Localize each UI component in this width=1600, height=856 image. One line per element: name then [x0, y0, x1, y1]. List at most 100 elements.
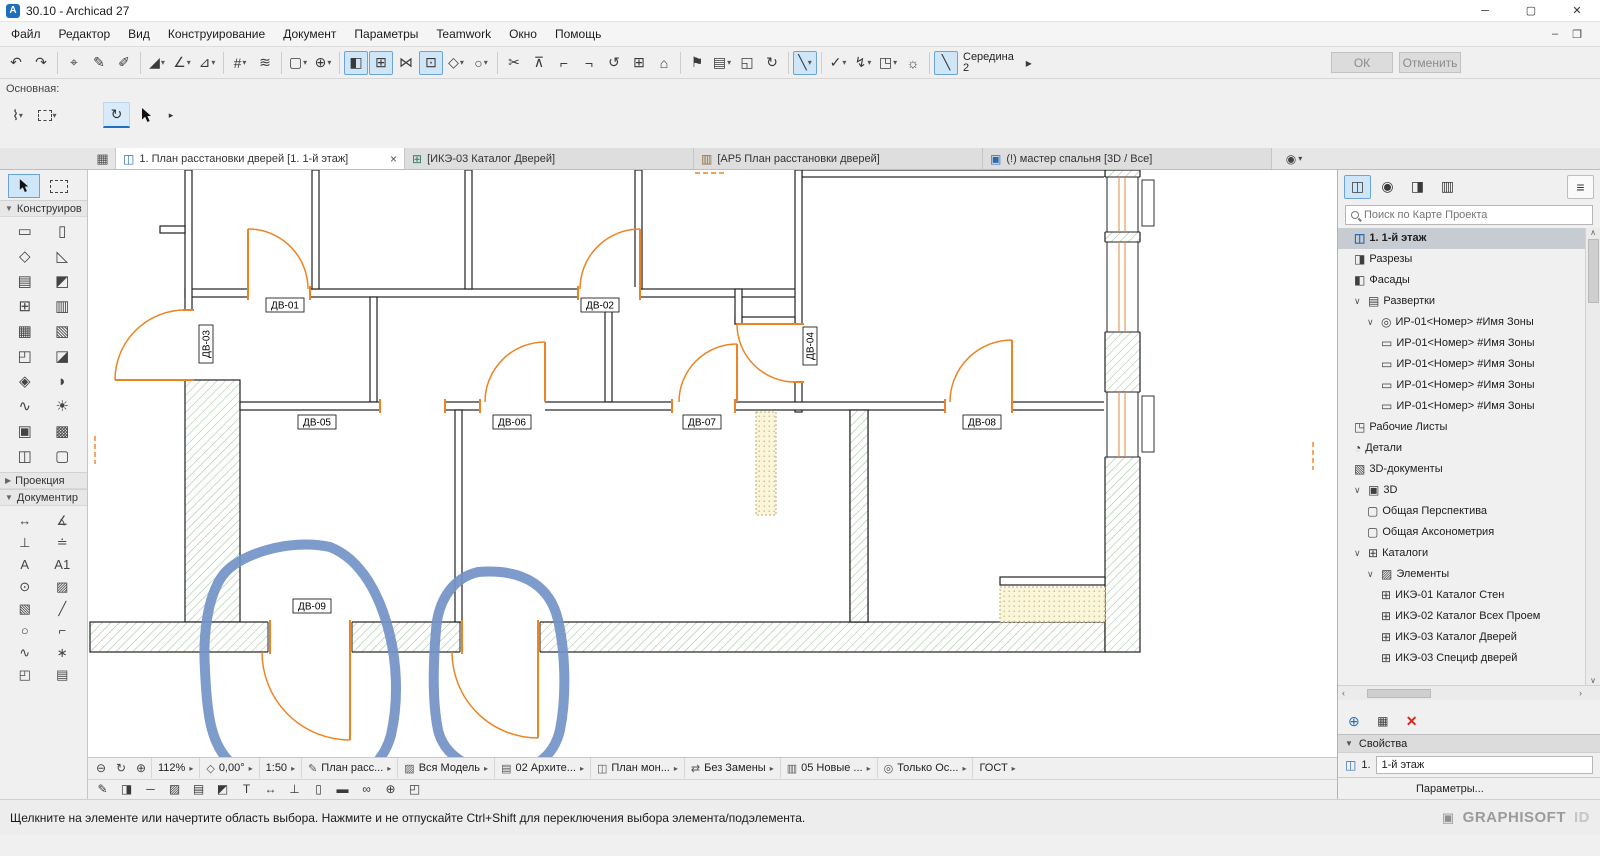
column-tool-button[interactable]: ▯ — [58, 224, 66, 240]
curtain-wall-tool-button[interactable]: ◪ — [55, 349, 69, 365]
tree-item-worksheets[interactable]: ◳ Рабочие Листы — [1338, 417, 1585, 438]
tree-item-axonometry[interactable]: ▢ Общая Аксонометрия — [1338, 522, 1585, 543]
radial-dimension-tool-button[interactable]: ≐ — [57, 535, 68, 551]
menu-window[interactable]: Окно — [500, 24, 546, 44]
layer-combination-dropdown[interactable]: ▤ 02 Архите... ▸ — [494, 758, 590, 779]
figure-tool-button[interactable]: ◰ — [19, 667, 31, 683]
publisher-button[interactable]: ▥ — [1434, 175, 1461, 199]
adjust-button[interactable]: ⌐ — [552, 51, 576, 75]
toolbox-section-views[interactable]: ▶ Проекция — [0, 472, 87, 489]
hotspot-tool-button[interactable]: ⊙ — [19, 579, 30, 595]
fit-in-window-button[interactable]: ↻ — [111, 758, 131, 778]
chevron-down-icon[interactable]: ∨ — [1354, 485, 1364, 496]
menu-document[interactable]: Документ — [274, 24, 345, 44]
structure-display-dropdown[interactable]: ▨ Вся Модель ▸ — [397, 758, 494, 779]
point-tool-button[interactable]: ∗ — [57, 645, 68, 661]
trim-button[interactable]: ✂ — [502, 51, 526, 75]
circle-tool-button[interactable]: ○ — [21, 623, 29, 639]
tab-overview-button[interactable]: ▦ — [90, 148, 116, 169]
chevron-down-icon[interactable]: ∨ — [1367, 317, 1377, 328]
maximize-button[interactable]: ▢ — [1508, 0, 1554, 21]
marker-flag-button[interactable]: ⚑ — [685, 51, 709, 75]
scale-dropdown[interactable]: 1:50 ▸ — [258, 758, 301, 779]
door-tool-button[interactable]: ▦ — [18, 324, 32, 340]
navigator-search[interactable] — [1345, 204, 1593, 225]
tab-3d-view[interactable]: ▣ (!) мастер спальня [3D / Все] — [983, 148, 1272, 169]
stair-tool-button[interactable]: ⊞ — [18, 299, 31, 315]
tree-item-wall-schedule[interactable]: ⊞ ИКЭ-01 Каталог Стен — [1338, 585, 1585, 606]
revision-dropdown[interactable]: ▥ 05 Новые ... ▸ — [779, 758, 877, 779]
text-tool-button[interactable]: A — [20, 557, 29, 573]
arrow-tool-button[interactable] — [133, 102, 160, 128]
ok-button[interactable]: ОК — [1331, 52, 1393, 73]
tab-door-schedule[interactable]: ⊞ [ИКЭ-03 Каталог Дверей] — [405, 148, 694, 169]
view-map-button[interactable]: ◉ — [1374, 175, 1401, 199]
level-button[interactable]: ⊥ — [284, 780, 305, 798]
tree-item-elements[interactable]: ∨ ▨ Элементы — [1338, 564, 1585, 585]
text-style-button[interactable]: T — [236, 780, 257, 798]
menu-view[interactable]: Вид — [119, 24, 159, 44]
cancel-button[interactable]: Отменить — [1399, 52, 1461, 73]
label-tool-button[interactable]: A1 — [54, 557, 70, 573]
sun-settings-button[interactable]: ☼ — [901, 51, 925, 75]
zoom-level-dropdown[interactable]: 112% ▸ — [151, 758, 199, 779]
close-tab-icon[interactable]: × — [390, 152, 397, 166]
undo-button[interactable]: ↶ — [4, 51, 28, 75]
tree-item-zone-view[interactable]: ▭ ИР-01<Номер> #Имя Зоны — [1338, 375, 1585, 396]
overrides-dropdown[interactable]: ⇄ Без Замены ▸ — [683, 758, 780, 779]
menu-options[interactable]: Параметры — [345, 24, 427, 44]
mdi-window-controls[interactable]: – ❐ — [1552, 28, 1600, 41]
opening-tool-button[interactable]: ◫ — [18, 449, 32, 465]
marquee-tool-button[interactable] — [50, 179, 68, 193]
view-settings-button[interactable]: ◉ ▾ — [1272, 148, 1316, 169]
scrollbar-thumb[interactable] — [1367, 688, 1431, 698]
window-tool-button[interactable]: ▧ — [55, 324, 69, 340]
door-tags[interactable]: ДВ-01 ДВ-02 ДВ-03 ДВ-04 ДВ-05 ДВ-06 ДВ-0… — [198, 297, 1002, 614]
fillet-button[interactable]: ¬ — [577, 51, 601, 75]
pickup-parameters-button[interactable]: ✎ — [87, 51, 111, 75]
menu-design[interactable]: Конструирование — [159, 24, 274, 44]
mdi-restore-icon[interactable]: ❐ — [1572, 28, 1582, 41]
gravity-button[interactable]: ◢ ▾ — [145, 51, 169, 75]
scroll-up-icon[interactable]: ∧ — [1590, 228, 1596, 237]
properties-header[interactable]: ▼ Свойства — [1338, 734, 1600, 754]
tree-item-zone-view[interactable]: ▭ ИР-01<Номер> #Имя Зоны — [1338, 333, 1585, 354]
link-button[interactable]: ∞ — [356, 780, 377, 798]
tree-horizontal-scrollbar[interactable]: ‹ › — [1338, 685, 1600, 701]
snap-intersect-button[interactable]: ⋈ — [394, 51, 418, 75]
composite-button[interactable]: ▤ — [188, 780, 209, 798]
tracker-button[interactable]: ◰ — [404, 780, 425, 798]
quick-options-button[interactable]: ↯ ▾ — [851, 51, 875, 75]
tree-item-details[interactable]: ◔ Детали — [1338, 438, 1585, 459]
spline-tool-button[interactable]: ∿ — [19, 645, 30, 661]
menu-teamwork[interactable]: Teamwork — [427, 24, 500, 44]
minimize-button[interactable]: ─ — [1462, 0, 1508, 21]
skylight-tool-button[interactable]: ◰ — [18, 349, 32, 365]
tree-item-door-schedule[interactable]: ⊞ ИКЭ-03 Каталог Дверей — [1338, 627, 1585, 648]
scroll-left-icon[interactable]: ‹ — [1338, 688, 1349, 698]
tree-item-zone-group[interactable]: ∨ ◎ ИР-01<Номер> #Имя Зоны — [1338, 312, 1585, 333]
toolbox-section-design[interactable]: ▼ Конструиров — [0, 200, 87, 217]
multiply-button[interactable]: ⊞ — [627, 51, 651, 75]
check-button[interactable]: ✓ ▾ — [826, 51, 850, 75]
slab-tool-button[interactable]: ◺ — [56, 249, 68, 265]
anchor-flyout-button[interactable]: ▸ — [1019, 51, 1039, 75]
column-profile-button[interactable]: ▯ — [308, 780, 329, 798]
level-dimension-tool-button[interactable]: ⊥ — [19, 535, 30, 551]
angle-constraint-button[interactable]: ⊿ ▾ — [195, 51, 219, 75]
ending-tool-button[interactable]: ▢ — [55, 449, 69, 465]
dimension-standard-dropdown[interactable]: ГОСТ ▸ — [972, 758, 1021, 779]
beam-profile-button[interactable]: ▬ — [332, 780, 353, 798]
rotation-dropdown[interactable]: ◇ 0,00° ▸ — [199, 758, 258, 779]
zoom-in-button[interactable]: ⊕ — [131, 758, 151, 778]
tree-vertical-scrollbar[interactable]: ∧ ∨ — [1585, 227, 1600, 686]
beam-tool-button[interactable]: ◇ — [19, 249, 31, 265]
snap-grid-button[interactable]: ⊞ — [369, 50, 393, 75]
tab-layout[interactable]: ▥ [АР5 План расстановки дверей] — [694, 148, 983, 169]
mesh-tool-button[interactable]: ◗ — [58, 374, 67, 390]
fill-tool-button[interactable]: ▨ — [56, 579, 68, 595]
chevron-down-icon[interactable]: ∨ — [1354, 296, 1364, 307]
parameters-button[interactable]: Параметры... — [1338, 777, 1600, 799]
angle-dimension-tool-button[interactable]: ∡ — [56, 513, 68, 529]
line-type-button[interactable]: ─ — [140, 780, 161, 798]
